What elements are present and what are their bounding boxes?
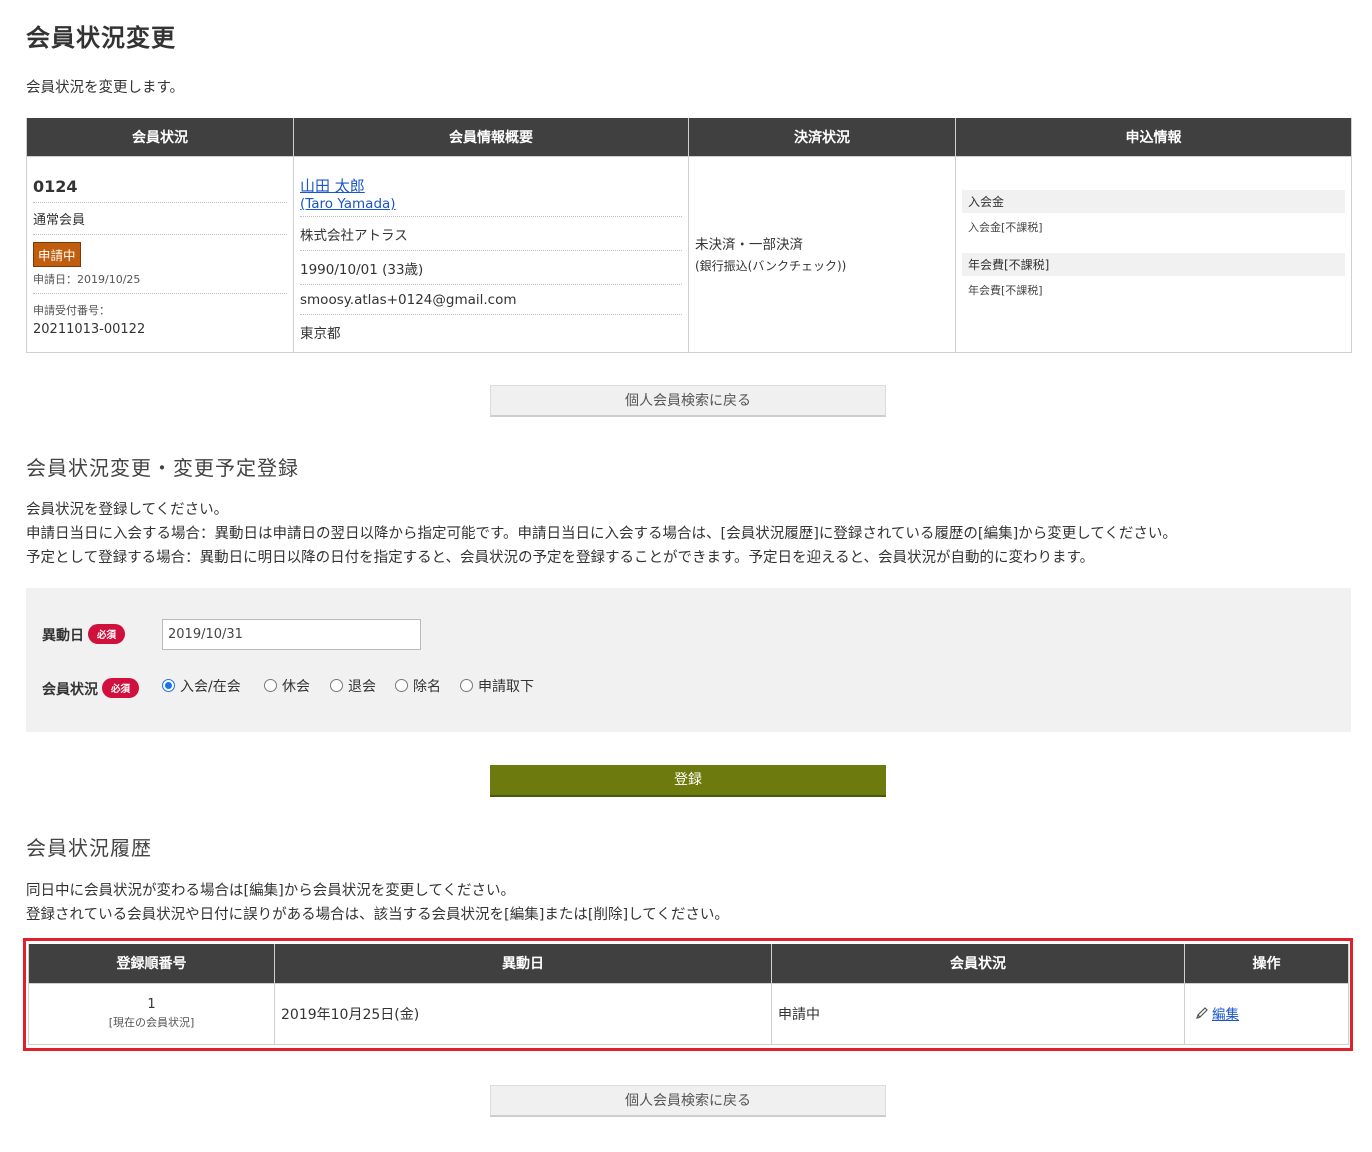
registration-number: 1 — [147, 997, 156, 1012]
app-info-sub: 年会費[不課税] — [968, 284, 1043, 297]
history-section-title: 会員状況履歴 — [26, 836, 152, 860]
application-info-cell: 入会金 入会金[不課税] 年会費[不課税] 年会費[不課税] — [955, 156, 1352, 353]
registration-number-cell: 1 [現在の会員状況] — [28, 982, 275, 1045]
page-title: 会員状況変更 — [26, 24, 176, 52]
radio-option[interactable]: 休会 — [264, 676, 310, 696]
radio-option[interactable]: 除名 — [395, 676, 441, 696]
radio-option[interactable]: 入会/在会 — [162, 676, 241, 696]
prefecture: 東京都 — [300, 326, 341, 342]
edit-label: 編集 — [1212, 1007, 1239, 1023]
header-actions: 操作 — [1184, 944, 1349, 984]
actions-cell: 編集 — [1184, 982, 1349, 1045]
date-label-group: 異動日 必須 — [42, 624, 126, 645]
member-name-en-link[interactable]: (Taro Yamada) — [300, 196, 396, 212]
required-badge: 必須 — [102, 678, 140, 698]
radio-button-selected[interactable] — [162, 679, 175, 692]
company: 株式会社アトラス — [300, 217, 682, 251]
register-section-title: 会員状況変更・変更予定登録 — [26, 456, 299, 480]
payment-method: (銀行振込(バンクチェック)) — [695, 259, 847, 273]
edit-link[interactable]: 編集 — [1195, 1003, 1239, 1023]
intro-text: 会員状況を変更します。 — [26, 80, 185, 96]
radio-label: 休会 — [282, 679, 310, 695]
instruction-line: 予定として登録する場合：異動日に明日以降の日付を指定すると、会員状況の予定を登録… — [26, 550, 1095, 566]
date-label: 異動日 — [42, 628, 84, 644]
date-input[interactable] — [162, 619, 421, 650]
required-badge: 必須 — [88, 624, 126, 644]
change-date-cell: 2019年10月25日(金) — [274, 982, 772, 1045]
app-info-sub: 入会金[不課税] — [968, 221, 1043, 234]
receipt-label: 申請受付番号： — [33, 304, 110, 317]
header-application-info: 申込情報 — [955, 118, 1352, 157]
register-form — [26, 588, 1351, 732]
receipt-number: 20211013-00122 — [33, 322, 146, 337]
table-row: 1 [現在の会員状況] 2019年10月25日(金) 申請中 編集 — [28, 982, 1349, 1045]
back-to-search-button-bottom[interactable]: 個人会員検索に戻る — [490, 1085, 886, 1117]
radio-button[interactable] — [330, 679, 343, 692]
member-number: 0124 — [33, 157, 287, 203]
payment-status: 未決済・一部決済 — [695, 237, 803, 253]
radio-option[interactable]: 退会 — [330, 676, 376, 696]
instruction-line: 会員状況を登録してください。 — [26, 502, 229, 518]
radio-label: 申請取下 — [478, 679, 534, 695]
radio-label: 退会 — [348, 679, 376, 695]
birthdate: 1990/10/01 (33歳) — [300, 251, 682, 285]
status-label: 会員状況 — [42, 682, 98, 698]
status-cell: 申請中 — [771, 982, 1185, 1045]
radio-label: 入会/在会 — [180, 679, 241, 695]
submit-button[interactable]: 登録 — [490, 765, 886, 797]
payment-cell: 未決済・一部決済 (銀行振込(バンクチェック)) — [688, 156, 956, 353]
status-badge: 申請中 — [33, 242, 81, 267]
radio-button[interactable] — [460, 679, 473, 692]
status-label-group: 会員状況 必須 — [42, 678, 140, 699]
member-name-link[interactable]: 山田 太郎 — [300, 177, 365, 195]
history-table: 登録順番号 異動日 会員状況 操作 1 [現在の会員状況] 2019年10月25… — [28, 944, 1349, 1045]
pencil-icon — [1196, 1007, 1208, 1019]
email: smoosy.atlas+0124@gmail.com — [300, 285, 682, 315]
radio-button[interactable] — [264, 679, 277, 692]
member-summary-table: 会員状況 会員情報概要 決済状況 申込情報 0124 通常会員 申請中 申請日：… — [26, 118, 1352, 353]
back-to-search-button[interactable]: 個人会員検索に戻る — [490, 385, 886, 417]
radio-button[interactable] — [395, 679, 408, 692]
radio-label: 除名 — [413, 679, 441, 695]
app-info-title: 年会費[不課税] — [962, 253, 1345, 276]
header-member-status: 会員状況 — [771, 944, 1185, 984]
register-instructions: 会員状況を登録してください。 申請日当日に入会する場合：異動日は申請日の翌日以降… — [26, 498, 1177, 570]
instruction-line: 登録されている会員状況や日付に誤りがある場合は、該当する会員状況を[編集]または… — [26, 907, 729, 923]
header-change-date: 異動日 — [274, 944, 772, 984]
radio-option[interactable]: 申請取下 — [460, 676, 534, 696]
current-status-note: [現在の会員状況] — [108, 1016, 195, 1029]
member-info-cell: 山田 太郎 (Taro Yamada) 株式会社アトラス 1990/10/01 … — [293, 156, 689, 353]
header-payment-status: 決済状況 — [688, 118, 956, 157]
history-instructions: 同日中に会員状況が変わる場合は[編集]から会員状況を変更してください。 登録され… — [26, 879, 729, 927]
apply-date: 申請日：2019/10/25 — [33, 267, 287, 294]
header-member-status: 会員状況 — [26, 118, 294, 157]
member-type: 通常会員 — [33, 203, 287, 235]
instruction-line: 申請日当日に入会する場合：異動日は申請日の翌日以降から指定可能です。申請日当日に… — [26, 526, 1177, 542]
instruction-line: 同日中に会員状況が変わる場合は[編集]から会員状況を変更してください。 — [26, 883, 515, 899]
header-member-info: 会員情報概要 — [293, 118, 689, 157]
member-status-cell: 0124 通常会員 申請中 申請日：2019/10/25 申請受付番号： 202… — [26, 156, 294, 353]
header-registration-number: 登録順番号 — [28, 944, 275, 984]
app-info-title: 入会金 — [962, 190, 1345, 213]
